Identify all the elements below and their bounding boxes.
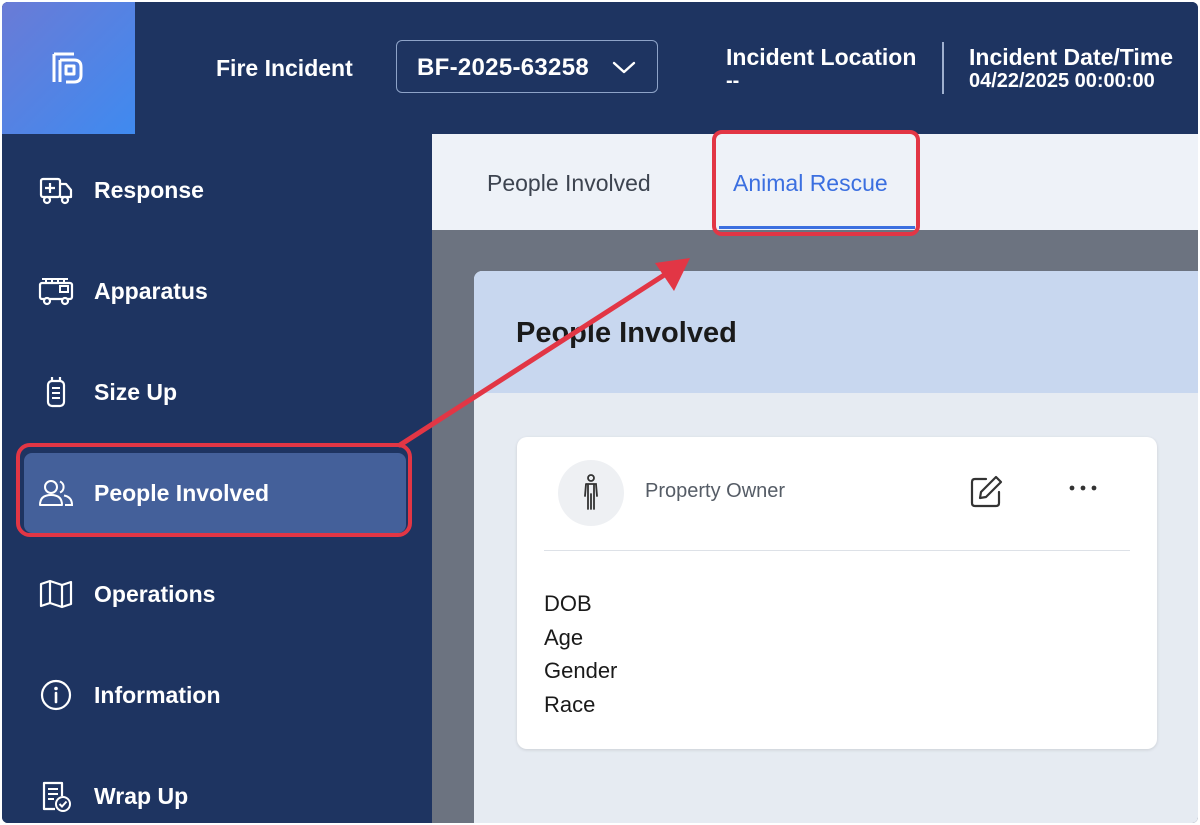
app-window: Fire Incident BF-2025-63258 Incident Loc… [2, 2, 1198, 823]
panel-title: People Involved [516, 317, 737, 349]
sidebar-item-label: Operations [94, 581, 216, 607]
more-options-icon[interactable] [1068, 484, 1098, 492]
field-gender: Gender [544, 658, 618, 683]
person-card: Property Owner DOB Age Gender Race [517, 437, 1157, 749]
person-role: Property Owner [645, 480, 786, 502]
incident-datetime-title: Incident Date/Time [969, 44, 1174, 70]
incident-location-title: Incident Location [726, 44, 917, 70]
fire-truck-icon [38, 278, 74, 306]
walkie-talkie-icon [46, 377, 66, 408]
sidebar-item-label: Information [94, 682, 221, 708]
logo-icon [52, 52, 83, 84]
map-icon [39, 579, 73, 609]
incident-number-dropdown[interactable]: BF-2025-63258 [396, 40, 658, 93]
sidebar-item-label: Apparatus [94, 278, 208, 304]
chevron-down-icon [612, 61, 636, 74]
incident-datetime-value: 04/22/2025 00:00:00 [969, 70, 1155, 92]
field-age: Age [544, 625, 584, 650]
card-divider [544, 550, 1130, 551]
edit-icon[interactable] [969, 475, 1005, 509]
sidebar-item-operations[interactable]: Operations [24, 554, 406, 634]
tab-people-involved[interactable]: People Involved [487, 170, 651, 197]
info-icon [40, 679, 72, 711]
incident-type-label: Fire Incident [216, 55, 353, 81]
person-icon [584, 474, 598, 510]
incident-number-value: BF-2025-63258 [417, 54, 590, 81]
checklist-icon [42, 781, 71, 812]
header-divider [942, 42, 944, 94]
sidebar-item-wrap-up[interactable]: Wrap Up [24, 756, 406, 823]
sidebar-item-size-up[interactable]: Size Up [24, 352, 406, 432]
sidebar-item-response[interactable]: Response [24, 150, 406, 230]
main-content: People Involved Animal Rescue People Inv… [432, 130, 1198, 823]
annotation-highlight-box [712, 130, 920, 236]
field-race: Race [544, 692, 596, 717]
top-header: Fire Incident BF-2025-63258 Incident Loc… [2, 2, 1198, 134]
panel-header: People Involved [474, 271, 1198, 393]
sidebar-item-label: People Involved [94, 480, 270, 506]
people-icon [39, 480, 74, 506]
people-involved-panel: People Involved Property Owner DOB Age G… [474, 271, 1198, 823]
sidebar-item-label: Size Up [94, 379, 178, 405]
field-dob: DOB [544, 591, 592, 616]
sidebar: Response Apparatus Size Up People Involv… [2, 134, 432, 823]
sidebar-item-information[interactable]: Information [24, 655, 406, 735]
sidebar-item-label: Wrap Up [94, 783, 189, 809]
sidebar-item-label: Response [94, 177, 204, 203]
sidebar-item-apparatus[interactable]: Apparatus [24, 251, 406, 331]
avatar [558, 460, 624, 526]
ambulance-icon [39, 177, 73, 205]
tab-bar: People Involved Animal Rescue [432, 130, 1198, 236]
app-logo[interactable] [2, 2, 135, 134]
sidebar-item-people-involved[interactable]: People Involved [24, 453, 406, 533]
incident-location-value: -- [726, 70, 740, 92]
